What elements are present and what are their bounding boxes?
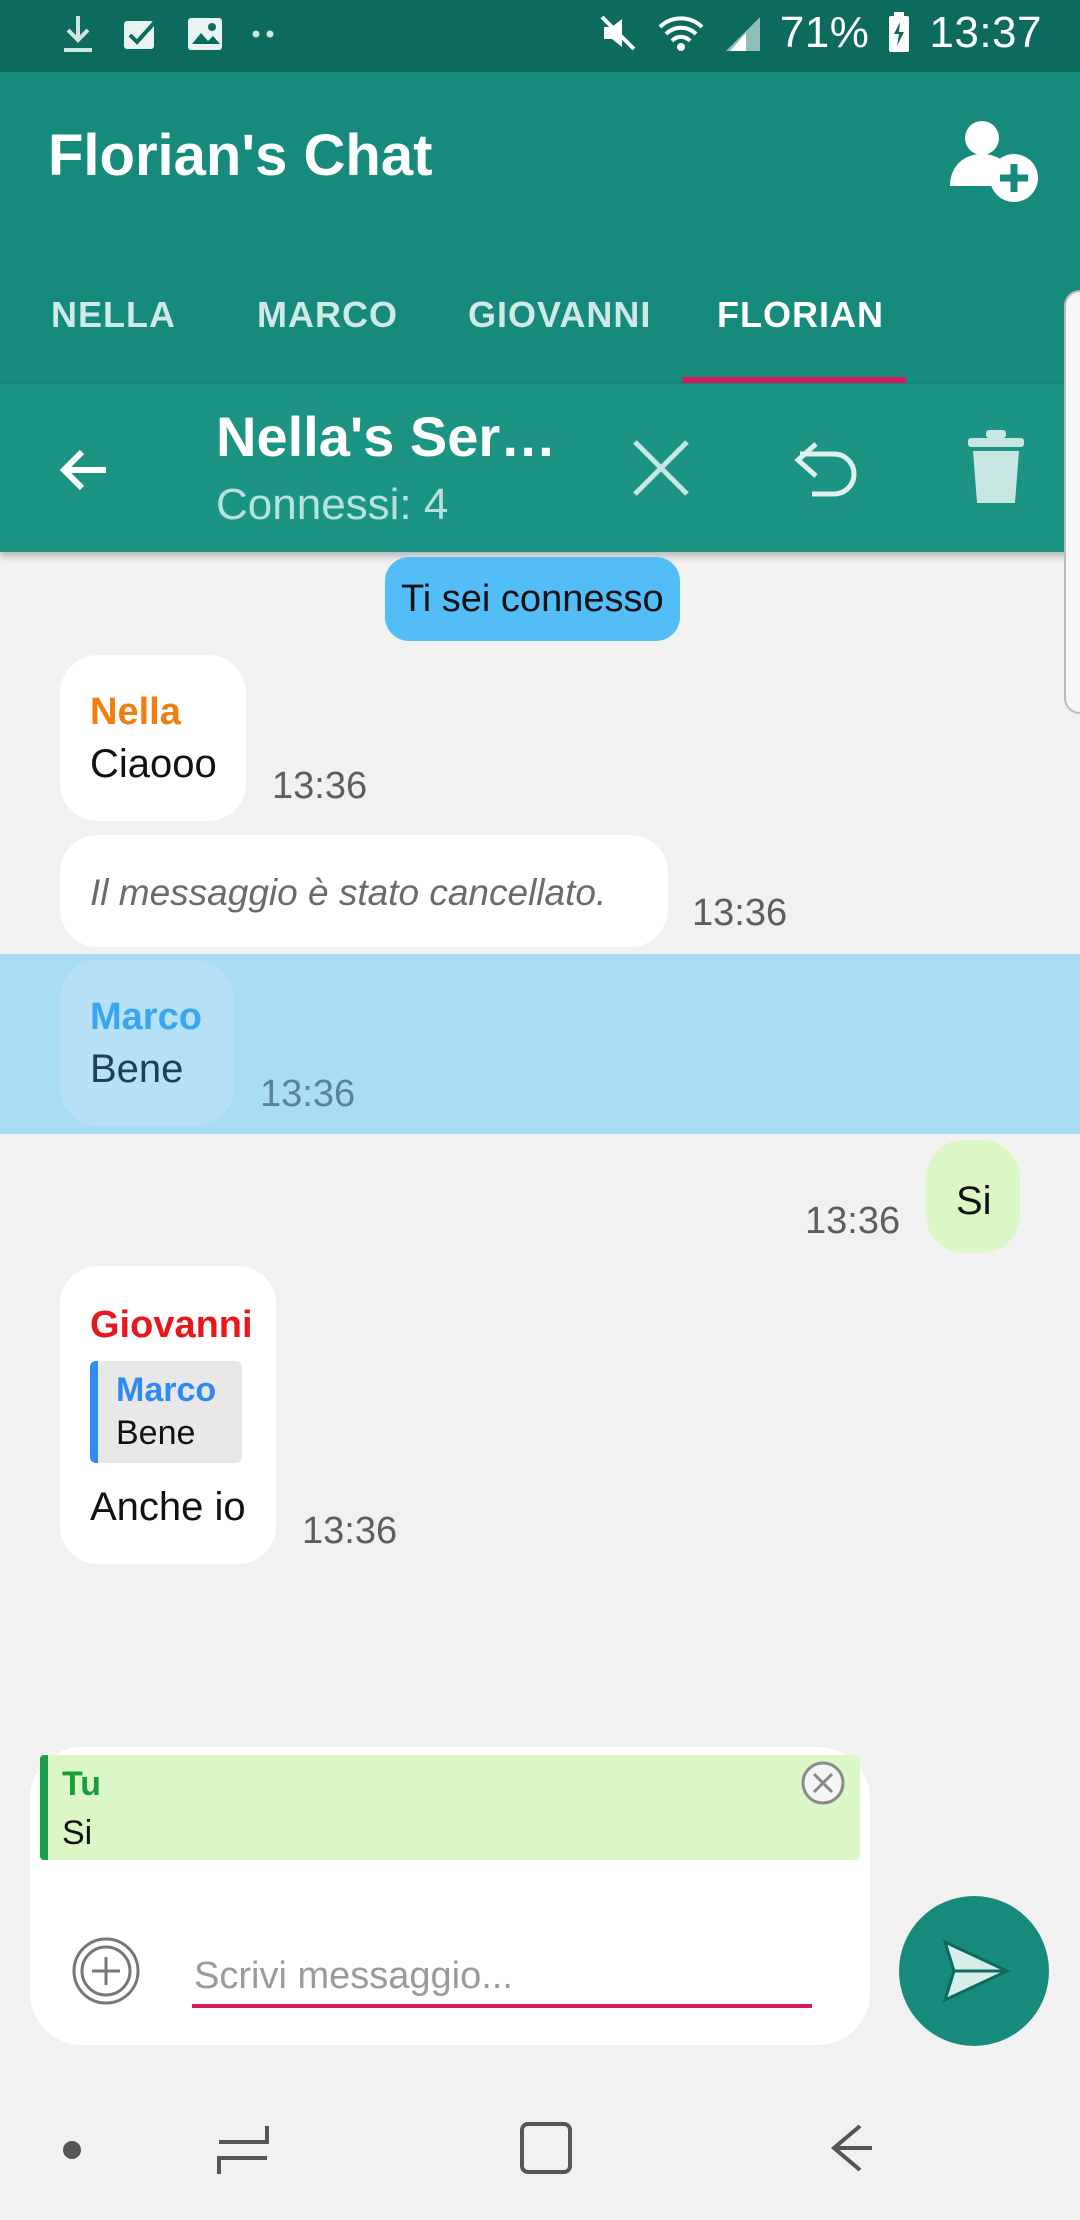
reply-preview-sender: Tu — [62, 1765, 102, 1803]
signal-icon — [725, 17, 760, 51]
send-button[interactable] — [899, 1896, 1049, 2046]
message-time: 13:36 — [692, 892, 788, 934]
add-user-icon — [950, 121, 1038, 202]
send-icon — [942, 1939, 1011, 2003]
tab-florian[interactable]: FLORIAN — [717, 294, 884, 336]
tab-bar: NELLA MARCO GIOVANNI FLORIAN — [0, 268, 1080, 384]
quoted-text: Bene — [116, 1414, 196, 1452]
add-circle-icon — [72, 1937, 140, 2005]
dot-icon — [63, 2141, 81, 2159]
message-text: Il messaggio è stato cancellato. — [90, 872, 607, 913]
status-bar: 71% 13:37 — [0, 0, 1080, 72]
download-icon — [64, 16, 92, 52]
reply-icon — [794, 442, 857, 497]
clock: 13:37 — [929, 8, 1042, 57]
close-circle-icon — [801, 1761, 845, 1805]
message-text: Bene — [90, 1047, 184, 1091]
quoted-sender: Marco — [116, 1371, 217, 1409]
message-text: Anche io — [90, 1485, 246, 1529]
message-bubble[interactable]: Nella Ciaooo — [60, 655, 246, 821]
quoted-message[interactable]: Marco Bene — [90, 1361, 242, 1463]
add-user-button[interactable] — [944, 110, 1054, 220]
reply-preview-text: Si — [62, 1814, 93, 1852]
message-sender: Nella — [90, 691, 181, 733]
trash-icon — [968, 430, 1024, 503]
tab-nella[interactable]: NELLA — [51, 294, 176, 336]
status-right: 71% 13:37 — [598, 8, 1042, 58]
check-icon — [124, 20, 157, 49]
message-bubble[interactable]: Marco Bene — [60, 960, 234, 1126]
more-dots-icon — [252, 30, 274, 38]
message-sender: Marco — [90, 996, 202, 1038]
message-bubble-deleted[interactable]: Il messaggio è stato cancellato. — [60, 835, 668, 947]
back-arrow-icon — [59, 449, 106, 491]
tab-indicator — [682, 377, 906, 383]
tab-giovanni[interactable]: GIOVANNI — [468, 294, 651, 336]
message-sender: Giovanni — [90, 1304, 253, 1346]
back-icon[interactable] — [820, 2120, 876, 2176]
mute-icon — [600, 15, 636, 51]
attach-button[interactable] — [70, 1935, 142, 2007]
cancel-reply-button[interactable] — [800, 1760, 846, 1806]
chat-title: Nella's Ser… — [216, 405, 557, 468]
close-icon — [633, 440, 689, 496]
navigation-bar — [0, 2070, 1080, 2220]
battery-icon — [889, 12, 910, 52]
recents-icon[interactable] — [215, 2122, 271, 2178]
reply-preview — [40, 1755, 860, 1860]
message-input[interactable] — [192, 1945, 816, 2007]
message-time: 13:36 — [260, 1073, 356, 1115]
message-bubble[interactable]: Giovanni Marco Bene Anche io — [60, 1266, 276, 1564]
system-message: Ti sei connesso — [385, 557, 680, 641]
status-left-icons — [60, 14, 278, 54]
close-selection-button[interactable] — [625, 432, 697, 504]
image-icon — [188, 18, 222, 50]
reply-button[interactable] — [792, 432, 864, 504]
own-message-bubble[interactable]: Si — [926, 1140, 1020, 1253]
battery-percent: 71% — [779, 8, 870, 57]
message-time: 13:36 — [805, 1200, 901, 1242]
home-icon[interactable] — [518, 2120, 574, 2176]
message-time: 13:36 — [272, 765, 368, 807]
chat-subtitle: Connessi: 4 — [216, 480, 449, 529]
message-text: Si — [956, 1179, 992, 1223]
wifi-icon — [658, 16, 704, 51]
message-text: Ciaooo — [90, 742, 217, 786]
scrollbar[interactable] — [1064, 290, 1080, 714]
delete-button[interactable] — [960, 428, 1032, 503]
back-button[interactable] — [54, 440, 114, 500]
message-time: 13:36 — [302, 1510, 398, 1552]
tab-marco[interactable]: MARCO — [257, 294, 398, 336]
app-title: Florian's Chat — [48, 123, 433, 188]
input-underline — [192, 2004, 812, 2008]
